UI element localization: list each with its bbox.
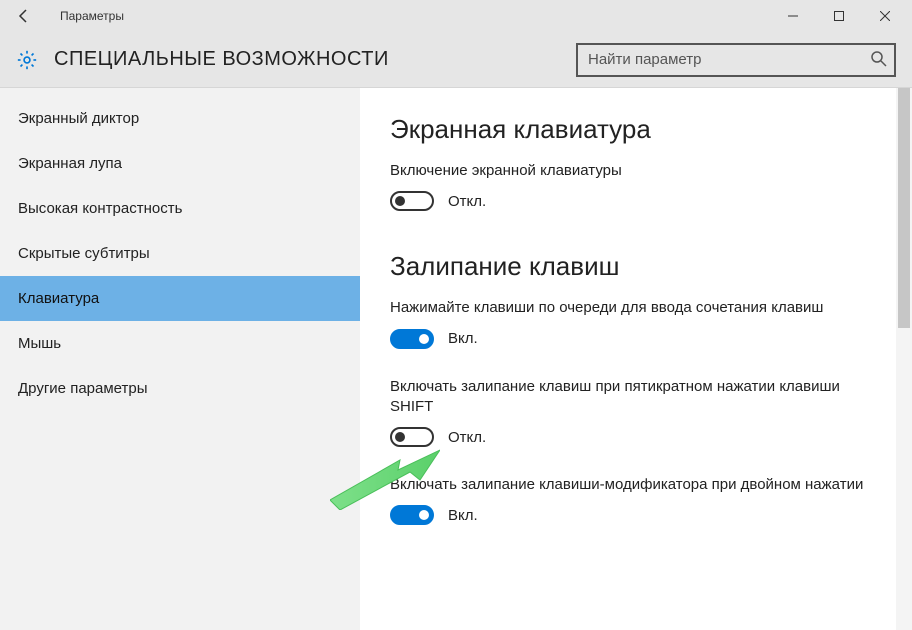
sidebar-item-label: Экранный диктор bbox=[18, 110, 139, 127]
option-desc: Включать залипание клавиш при пятикратно… bbox=[390, 377, 882, 418]
maximize-button[interactable] bbox=[816, 0, 862, 32]
option-desc: Нажимайте клавиши по очереди для ввода с… bbox=[390, 298, 882, 318]
search-input[interactable] bbox=[576, 43, 896, 77]
sidebar-item-label: Скрытые субтитры bbox=[18, 245, 150, 262]
close-button[interactable] bbox=[862, 0, 908, 32]
toggle-shift-five-times[interactable] bbox=[390, 427, 434, 447]
option-desc: Включение экранной клавиатуры bbox=[390, 161, 882, 181]
minimize-icon bbox=[788, 11, 798, 21]
toggle-state-label: Вкл. bbox=[448, 507, 478, 524]
sidebar-item-narrator[interactable]: Экранный диктор bbox=[0, 96, 360, 141]
window-controls bbox=[770, 0, 908, 32]
heading-onscreen-keyboard: Экранная клавиатура bbox=[390, 114, 882, 145]
toggle-row: Вкл. bbox=[390, 329, 882, 349]
toggle-knob bbox=[419, 334, 429, 344]
toggle-knob bbox=[395, 196, 405, 206]
toggle-knob bbox=[395, 432, 405, 442]
sidebar-item-label: Клавиатура bbox=[18, 290, 99, 307]
sidebar-item-label: Высокая контрастность bbox=[18, 200, 182, 217]
toggle-row: Откл. bbox=[390, 427, 882, 447]
toggle-sticky-keys[interactable] bbox=[390, 329, 434, 349]
sidebar-item-mouse[interactable]: Мышь bbox=[0, 321, 360, 366]
toggle-onscreen-keyboard[interactable] bbox=[390, 191, 434, 211]
sidebar-item-high-contrast[interactable]: Высокая контрастность bbox=[0, 186, 360, 231]
toggle-row: Откл. bbox=[390, 191, 882, 211]
content: Экранный диктор Экранная лупа Высокая ко… bbox=[0, 88, 912, 630]
sidebar-item-magnifier[interactable]: Экранная лупа bbox=[0, 141, 360, 186]
main-panel: Экранная клавиатура Включение экранной к… bbox=[360, 88, 912, 630]
section-title: СПЕЦИАЛЬНЫЕ ВОЗМОЖНОСТИ bbox=[54, 48, 389, 71]
titlebar: Параметры bbox=[0, 0, 912, 32]
toggle-state-label: Вкл. bbox=[448, 330, 478, 347]
sidebar-item-label: Мышь bbox=[18, 335, 61, 352]
sidebar-item-label: Другие параметры bbox=[18, 380, 148, 397]
maximize-icon bbox=[834, 11, 844, 21]
scroll-thumb[interactable] bbox=[898, 88, 910, 328]
close-icon bbox=[880, 11, 890, 21]
window-title: Параметры bbox=[60, 9, 124, 23]
sidebar-item-closed-captions[interactable]: Скрытые субтитры bbox=[0, 231, 360, 276]
back-button[interactable] bbox=[12, 4, 36, 28]
toggle-row: Вкл. bbox=[390, 505, 882, 525]
toggle-state-label: Откл. bbox=[448, 193, 486, 210]
header-bar: СПЕЦИАЛЬНЫЕ ВОЗМОЖНОСТИ bbox=[0, 32, 912, 88]
option-desc: Включать залипание клавиши-модификатора … bbox=[390, 475, 882, 495]
sidebar-item-label: Экранная лупа bbox=[18, 155, 122, 172]
gear-icon bbox=[16, 49, 38, 71]
search-wrap bbox=[576, 43, 896, 77]
toggle-knob bbox=[419, 510, 429, 520]
sidebar: Экранный диктор Экранная лупа Высокая ко… bbox=[0, 88, 360, 630]
toggle-state-label: Откл. bbox=[448, 429, 486, 446]
scrollbar[interactable] bbox=[896, 88, 912, 630]
toggle-modifier-double-press[interactable] bbox=[390, 505, 434, 525]
back-arrow-icon bbox=[16, 8, 32, 24]
minimize-button[interactable] bbox=[770, 0, 816, 32]
sidebar-item-other[interactable]: Другие параметры bbox=[0, 366, 360, 411]
sidebar-item-keyboard[interactable]: Клавиатура bbox=[0, 276, 360, 321]
heading-sticky-keys: Залипание клавиш bbox=[390, 251, 882, 282]
